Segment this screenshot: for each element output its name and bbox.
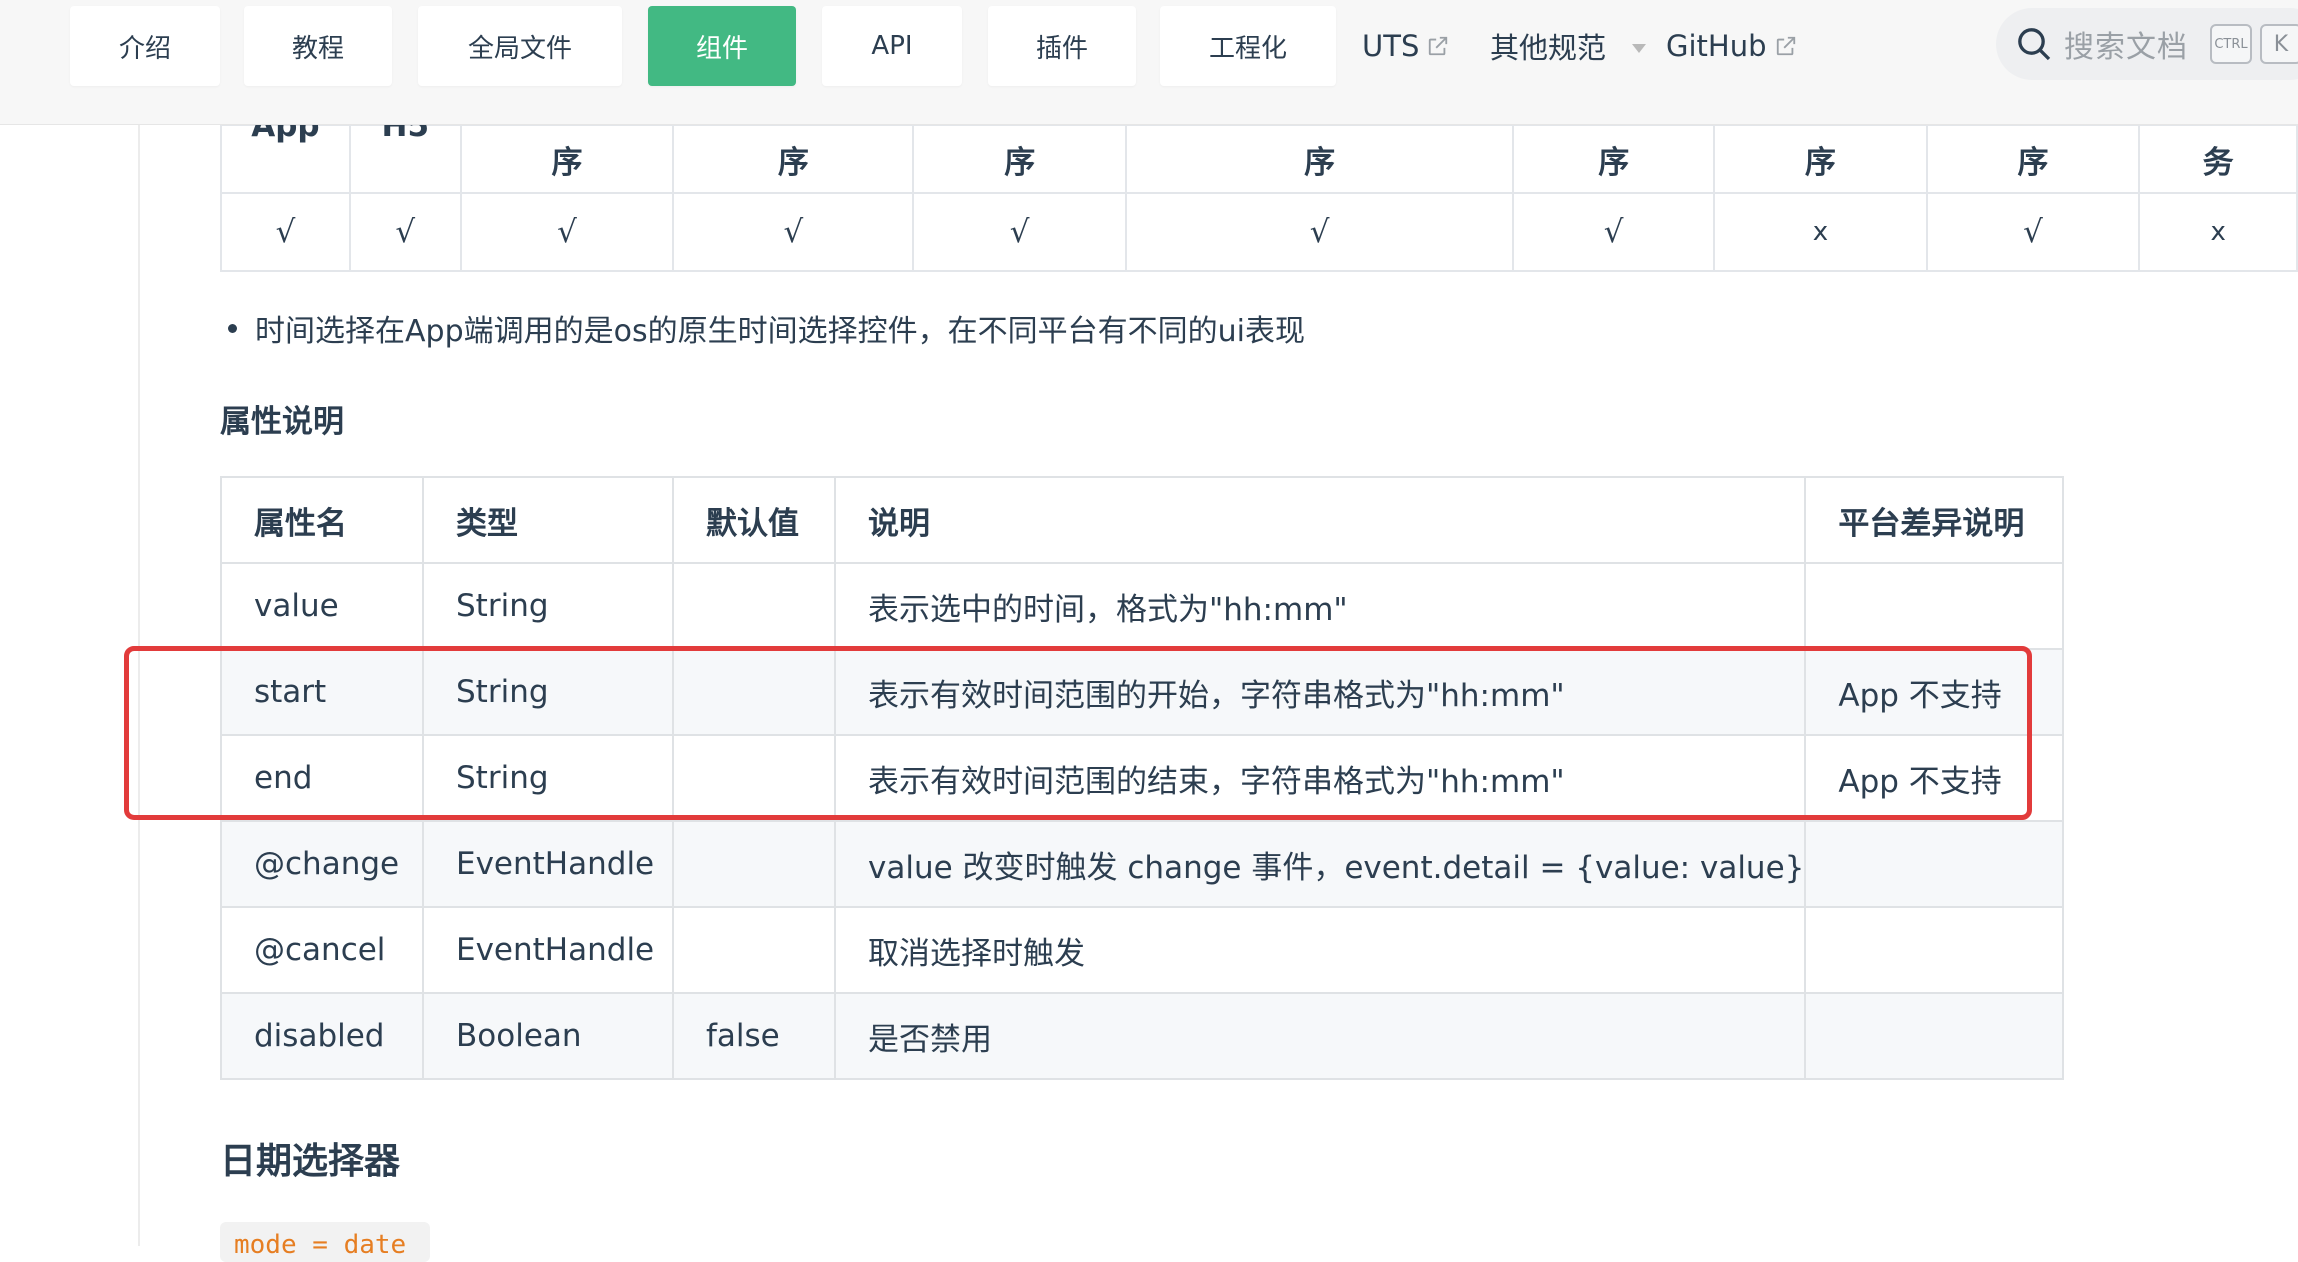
cell-description: 表示选中的时间，格式为"hh:mm" (833, 562, 1807, 650)
nav-dropdown-other-specs[interactable]: 其他规范 (1490, 6, 1647, 86)
platform-support-cell: √ (348, 192, 462, 272)
kbd-k: K (2260, 24, 2298, 64)
cell-default (672, 562, 836, 650)
platform-support-cell: √ (1512, 192, 1716, 272)
code-snippet: mode = date (220, 1222, 430, 1262)
nav-item-plugins[interactable]: 插件 (988, 6, 1136, 86)
platform-support-cell: x (2138, 192, 2298, 272)
platform-header-cell: H5 (348, 108, 462, 194)
platform-support-table: App H5 序 序 序 序 序 序 序 务 √ √ √ √ √ √ √ x √… (220, 108, 2298, 272)
platform-support-cell: √ (459, 192, 675, 272)
cell-type: String (422, 562, 674, 650)
cell-platform-diff: App 不支持 (1804, 734, 2065, 822)
platform-support-cell: √ (220, 192, 351, 272)
bullet-dot (228, 323, 237, 333)
platform-header-cell: 序 (1512, 124, 1716, 194)
column-header-name: 属性名 (220, 476, 424, 564)
column-header-description: 说明 (833, 476, 1807, 564)
column-header-platform-diff: 平台差异说明 (1804, 476, 2065, 564)
nav-link-uts-label: UTS (1362, 29, 1420, 63)
table-row: @change EventHandle value 改变时触发 change 事… (220, 820, 2065, 908)
cell-name: disabled (220, 992, 424, 1080)
cell-name: @cancel (220, 906, 424, 994)
cell-default (672, 906, 836, 994)
platform-support-cell: √ (672, 192, 915, 272)
cell-type: Boolean (422, 992, 674, 1080)
nav-item-global-files[interactable]: 全局文件 (418, 6, 622, 86)
nav-link-uts[interactable]: UTS (1362, 6, 1449, 86)
kbd-ctrl: CTRL (2210, 24, 2252, 64)
cell-type: String (422, 734, 674, 822)
cell-type: EventHandle (422, 820, 674, 908)
nav-item-engineering[interactable]: 工程化 (1160, 6, 1336, 86)
cell-description: 取消选择时触发 (833, 906, 1807, 994)
platform-support-cell: √ (1124, 192, 1515, 272)
cell-description: 是否禁用 (833, 992, 1807, 1080)
platform-header-cell: App (220, 108, 351, 194)
nav-dropdown-other-specs-label: 其他规范 (1490, 31, 1607, 65)
platform-table-row: √ √ √ √ √ √ √ x √ x (220, 192, 2298, 272)
column-header-type: 类型 (422, 476, 674, 564)
platform-table-header: App H5 序 序 序 序 序 序 序 务 (220, 108, 2298, 194)
nav-item-intro[interactable]: 介绍 (70, 6, 220, 86)
external-link-icon (1429, 36, 1448, 56)
nav-item-components[interactable]: 组件 (648, 6, 796, 86)
cell-default (672, 734, 836, 822)
platform-support-cell: √ (1925, 192, 2141, 272)
cell-name: @change (220, 820, 424, 908)
sidebar-divider (138, 124, 140, 1246)
table-row: end String 表示有效时间范围的结束，字符串格式为"hh:mm" App… (220, 734, 2065, 822)
cell-platform-diff (1804, 906, 2065, 994)
platform-header-cell: 序 (912, 124, 1127, 194)
table-row: value String 表示选中的时间，格式为"hh:mm" (220, 562, 2065, 650)
external-link-icon (1776, 36, 1795, 56)
nav-link-github[interactable]: GitHub (1666, 6, 1797, 86)
table-row: @cancel EventHandle 取消选择时触发 (220, 906, 2065, 994)
table-row: disabled Boolean false 是否禁用 (220, 992, 2065, 1080)
table-row: start String 表示有效时间范围的开始，字符串格式为"hh:mm" A… (220, 648, 2065, 736)
platform-header-cell: 序 (1713, 124, 1928, 194)
cell-platform-diff: App 不支持 (1804, 648, 2065, 736)
cell-platform-diff (1804, 562, 2065, 650)
cell-type: String (422, 648, 674, 736)
search-placeholder: 搜索文档 (2064, 30, 2188, 65)
cell-type: EventHandle (422, 906, 674, 994)
cell-name: value (220, 562, 424, 650)
search-icon (2018, 28, 2051, 61)
section-heading-attributes: 属性说明 (220, 404, 344, 440)
chevron-down-icon (1632, 43, 1647, 53)
cell-default (672, 648, 836, 736)
platform-support-cell: x (1713, 192, 1928, 272)
cell-description: value 改变时触发 change 事件，event.detail = {va… (833, 820, 1807, 908)
cell-description: 表示有效时间范围的开始，字符串格式为"hh:mm" (833, 648, 1807, 736)
column-header-default: 默认值 (672, 476, 836, 564)
platform-header-cell: 序 (1925, 124, 2141, 194)
nav-link-github-label: GitHub (1666, 29, 1767, 63)
attribute-table-header: 属性名 类型 默认值 说明 平台差异说明 (220, 476, 2065, 564)
platform-header-cell: 务 (2138, 124, 2298, 194)
cell-description: 表示有效时间范围的结束，字符串格式为"hh:mm" (833, 734, 1807, 822)
nav-item-tutorial[interactable]: 教程 (244, 6, 392, 86)
cell-platform-diff (1804, 992, 2065, 1080)
section-heading-date-picker: 日期选择器 (220, 1141, 401, 1182)
cell-name: end (220, 734, 424, 822)
platform-support-cell: √ (912, 192, 1127, 272)
search-box[interactable]: 搜索文档 CTRL K (1996, 8, 2298, 80)
cell-name: start (220, 648, 424, 736)
platform-header-cell: 序 (459, 124, 675, 194)
top-navbar: 介绍 教程 全局文件 组件 API 插件 工程化 UTS 其他规范 GitHub… (0, 0, 2298, 125)
bullet-note: 时间选择在App端调用的是os的原生时间选择控件，在不同平台有不同的ui表现 (228, 306, 1305, 350)
cell-default: false (672, 992, 836, 1080)
cell-default (672, 820, 836, 908)
bullet-text: 时间选择在App端调用的是os的原生时间选择控件，在不同平台有不同的ui表现 (255, 314, 1305, 349)
attribute-table: 属性名 类型 默认值 说明 平台差异说明 value String 表示选中的时… (220, 476, 2065, 1080)
nav-item-api[interactable]: API (822, 6, 962, 86)
platform-header-cell: 序 (672, 124, 915, 194)
cell-platform-diff (1804, 820, 2065, 908)
platform-header-cell: 序 (1124, 124, 1515, 194)
